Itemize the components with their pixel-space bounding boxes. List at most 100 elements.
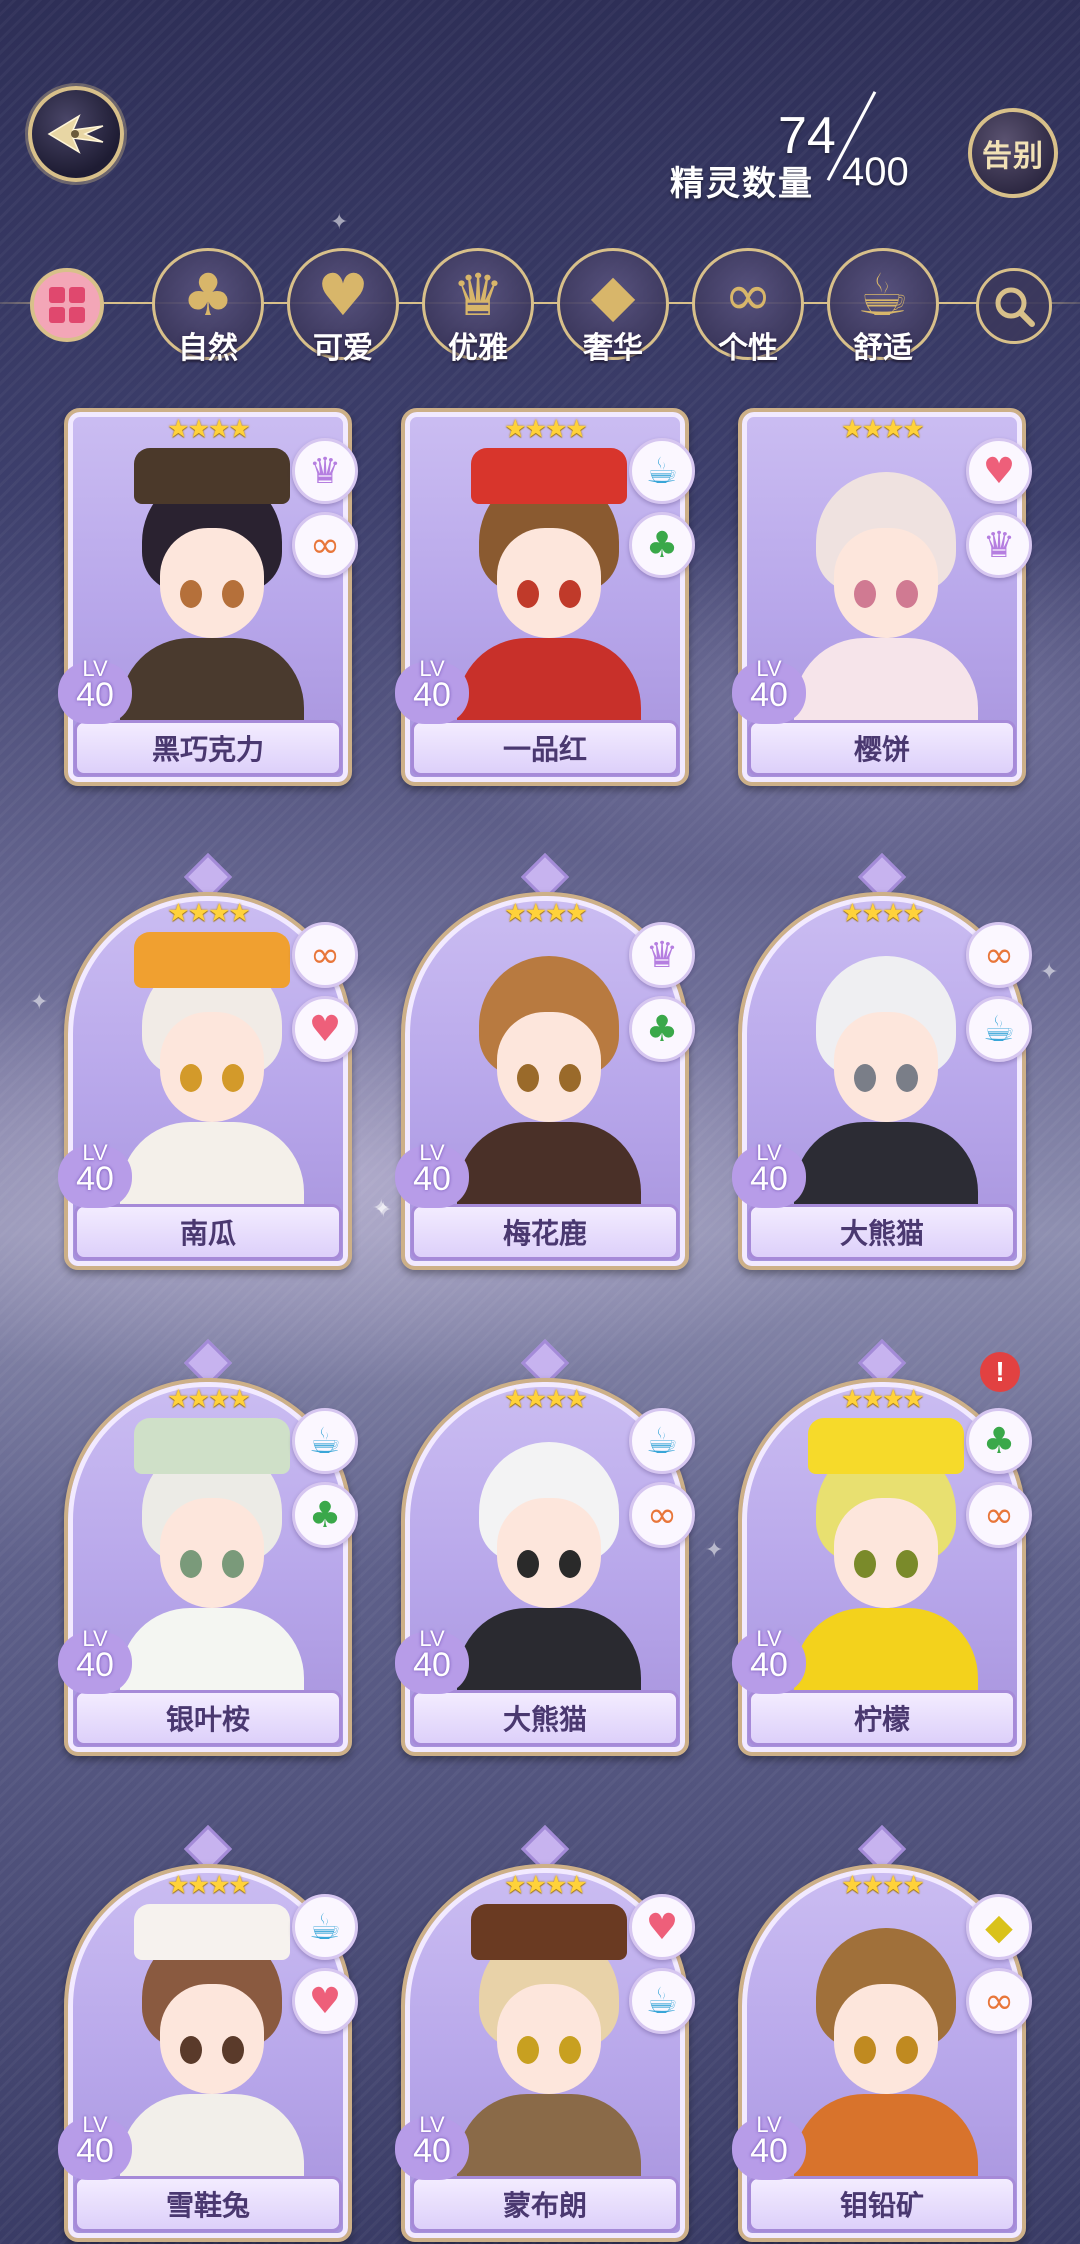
character-face (497, 1012, 601, 1122)
character-eye (180, 1550, 202, 1578)
character-eye (222, 1550, 244, 1578)
back-button[interactable] (28, 86, 124, 182)
rarity-stars: ★★★★ (504, 898, 588, 927)
character-eye (517, 2036, 539, 2064)
spirit-card[interactable]: 南瓜 ★★★★ ∞ ♥ LV 40 (58, 852, 358, 1270)
level-value: 40 (750, 1646, 788, 1684)
level-badge: LV 40 (732, 1626, 806, 1694)
level-badge: LV 40 (732, 656, 806, 724)
rarity-stars: ★★★★ (167, 414, 251, 443)
character-eye (222, 1064, 244, 1092)
spirit-name: 雪鞋兔 (165, 2189, 250, 2222)
teacup-icon: ☕ (966, 996, 1032, 1062)
character-eye (854, 580, 876, 608)
level-value: 40 (76, 1646, 114, 1684)
character-eye (559, 1550, 581, 1578)
level-badge: LV 40 (395, 1140, 469, 1208)
teacup-icon: ☕ (292, 1894, 358, 1960)
level-value: 40 (76, 676, 114, 714)
character-eye (180, 580, 202, 608)
spirit-count-max: 400 (842, 150, 909, 194)
spirit-name-bar: 雪鞋兔 (74, 2176, 342, 2232)
filter-luxury[interactable]: ◆ 奢华 (557, 248, 669, 366)
spirit-card[interactable]: 黑巧克力 ★★★★ ♛ ∞ LV 40 (58, 408, 358, 786)
spirit-name-bar: 大熊猫 (748, 1204, 1016, 1260)
sparkle-decoration: ✦ (30, 990, 49, 1015)
spirit-card[interactable]: 一品红 ★★★★ ☕ ♣ LV 40 (395, 408, 695, 786)
spirit-card[interactable]: 银叶桉 ★★★★ ☕ ♣ LV 40 (58, 1338, 358, 1756)
filter-label: 优雅 (448, 331, 508, 366)
spirit-card[interactable]: 大熊猫 ★★★★ ∞ ☕ LV 40 (732, 852, 1032, 1270)
character-portrait (772, 1412, 1000, 1728)
clover-icon: ♣ (629, 996, 695, 1062)
clover-icon: ♣ (182, 261, 234, 329)
heart-icon: ♥ (317, 261, 369, 329)
character-eye (896, 2036, 918, 2064)
heart-icon: ♥ (292, 996, 358, 1062)
level-badge: LV 40 (732, 2112, 806, 2180)
rarity-stars: ★★★★ (841, 414, 925, 443)
spirit-card[interactable]: 钼铅矿 ★★★★ ◆ ∞ LV 40 (732, 1824, 1032, 2242)
search-button[interactable] (976, 268, 1052, 344)
character-face (160, 1498, 264, 1608)
rarity-stars: ★★★★ (167, 898, 251, 927)
rarity-stars: ★★★★ (841, 1384, 925, 1413)
glasses-icon: ∞ (966, 922, 1032, 988)
rarity-stars: ★★★★ (167, 1384, 251, 1413)
swan-icon: ♛ (966, 512, 1032, 578)
spirit-card[interactable]: 大熊猫 ★★★★ ☕ ∞ LV 40 (395, 1338, 695, 1756)
spirit-name: 一品红 (502, 733, 587, 766)
sparkle-decoration: ✦ (705, 1538, 724, 1563)
spirit-card[interactable]: 蒙布朗 ★★★★ ♥ ☕ LV 40 (395, 1824, 695, 2242)
character-portrait (98, 926, 326, 1242)
spirit-name-bar: 银叶桉 (74, 1690, 342, 1746)
level-value: 40 (413, 1160, 451, 1198)
spirit-card[interactable]: 雪鞋兔 ★★★★ ☕ ♥ LV 40 (58, 1824, 358, 2242)
hat-graphic (134, 1418, 290, 1474)
character-eye (854, 1064, 876, 1092)
character-face (160, 528, 264, 638)
heart-icon: ♥ (629, 1894, 695, 1960)
clover-icon: ♣ (629, 512, 695, 578)
level-value: 40 (750, 1160, 788, 1198)
level-badge: LV 40 (395, 656, 469, 724)
filter-label: 奢华 (583, 331, 643, 366)
clover-icon: ♣ (966, 1408, 1032, 1474)
character-eye (854, 2036, 876, 2064)
filter-all-button[interactable] (30, 268, 104, 342)
teacup-icon: ☕ (629, 438, 695, 504)
sparkle-decoration: ✦ (374, 1198, 393, 1223)
character-eye (896, 1064, 918, 1092)
level-badge: LV 40 (395, 2112, 469, 2180)
heart-icon: ♥ (966, 438, 1032, 504)
spirit-name: 樱饼 (853, 733, 910, 766)
character-portrait (435, 442, 663, 758)
filter-nature[interactable]: ♣ 自然 (152, 248, 264, 366)
sparkle-decoration: ✦ (1040, 960, 1059, 985)
filter-personality[interactable]: ∞ 个性 (692, 248, 804, 366)
spirit-card[interactable]: 樱饼 ★★★★ ♥ ♛ LV 40 (732, 408, 1032, 786)
filter-cute[interactable]: ♥ 可爱 (287, 248, 399, 366)
level-value: 40 (76, 1160, 114, 1198)
spirit-name: 银叶桉 (165, 1703, 250, 1736)
character-face (834, 1984, 938, 2094)
filter-label: 个性 (718, 331, 778, 366)
character-face (160, 1984, 264, 2094)
filter-elegant[interactable]: ♛ 优雅 (422, 248, 534, 366)
heart-icon: ♥ (292, 1968, 358, 2034)
character-portrait (98, 1898, 326, 2214)
diamond-icon: ◆ (590, 261, 636, 329)
hat-graphic (134, 932, 290, 988)
farewell-button[interactable]: 告别 (968, 108, 1058, 198)
character-face (160, 1012, 264, 1122)
character-eye (854, 1550, 876, 1578)
character-face (834, 1012, 938, 1122)
character-eye (180, 1064, 202, 1092)
character-portrait (435, 1898, 663, 2214)
filter-comfort[interactable]: ☕ 舒适 (827, 248, 939, 366)
grid-icon (49, 287, 85, 323)
spirit-card[interactable]: 柠檬 ★★★★ ♣ ∞ LV 40 ! (732, 1338, 1032, 1756)
clover-icon: ♣ (292, 1482, 358, 1548)
spirit-card[interactable]: 梅花鹿 ★★★★ ♛ ♣ LV 40 (395, 852, 695, 1270)
level-value: 40 (413, 1646, 451, 1684)
